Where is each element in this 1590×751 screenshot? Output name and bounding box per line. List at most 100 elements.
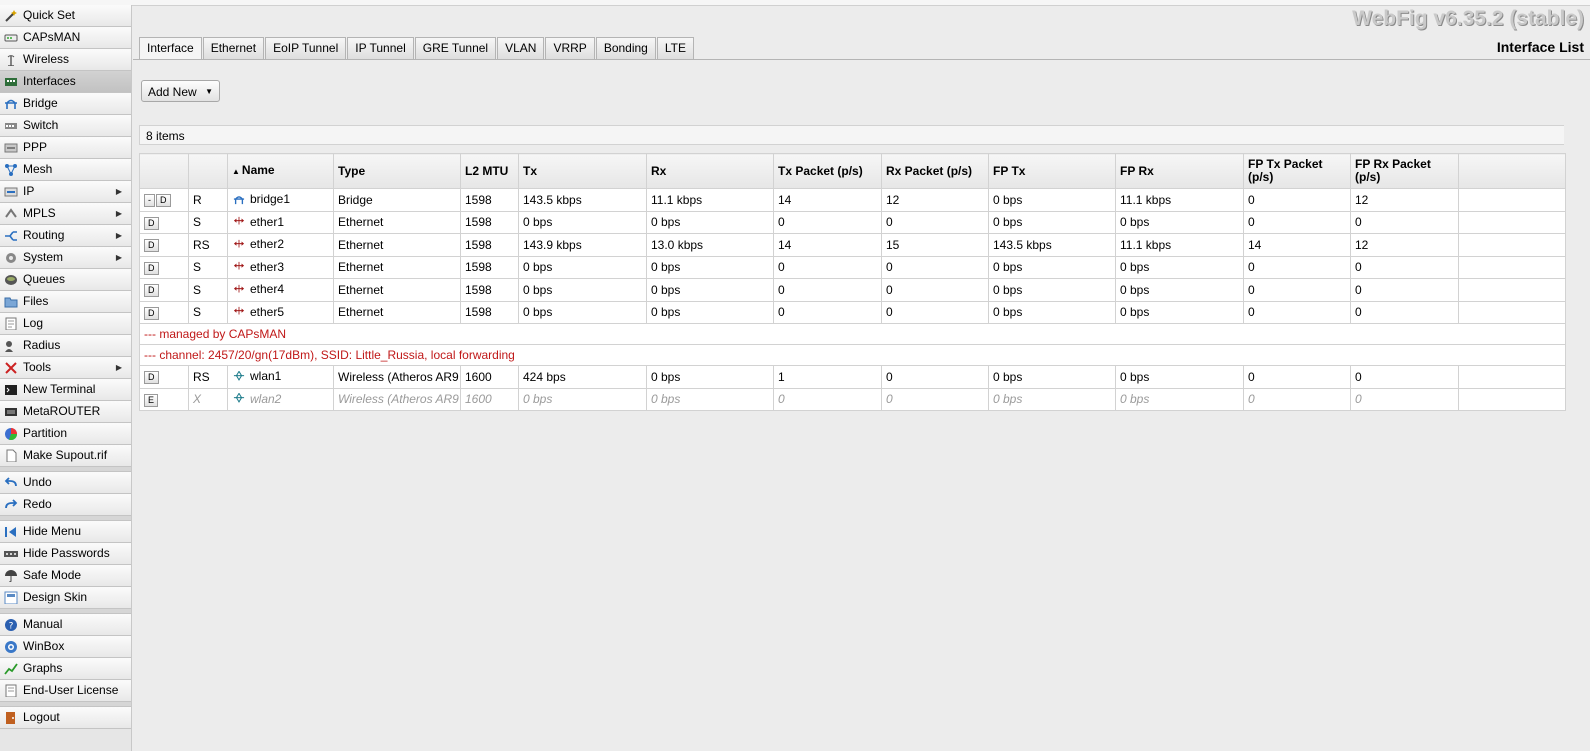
disable-button[interactable]: D xyxy=(144,216,159,230)
sidebar-item-log[interactable]: Log xyxy=(0,313,131,335)
sidebar-item-partition[interactable]: Partition xyxy=(0,423,131,445)
sidebar-item-label: New Terminal xyxy=(23,382,96,396)
sidebar-item-graphs[interactable]: Graphs xyxy=(0,658,131,680)
table-row[interactable]: - D Rbridge1 Bridge 1598 143.5 kbps 11.1 kbps 1… xyxy=(139,188,1566,212)
interface-name: ether3 xyxy=(232,257,284,277)
document-icon xyxy=(6,449,17,462)
table-row[interactable]: E Xwlan2 Wireless (Atheros AR9 1600 0 bps 0 b… xyxy=(139,387,1566,411)
row-name-cell[interactable]: ether4 xyxy=(227,278,334,302)
row-name-cell[interactable]: ether3 xyxy=(227,255,334,279)
column-header-fp-rx-packet-p-s[interactable]: FP Rx Packet (p/s) xyxy=(1350,153,1459,189)
row-name-cell[interactable]: ether5 xyxy=(227,300,334,324)
sidebar-item-bridge[interactable]: Bridge xyxy=(0,93,131,115)
tab-bonding[interactable]: Bonding xyxy=(595,37,656,59)
sidebar-item-files[interactable]: Files xyxy=(0,291,131,313)
row-flags: RS xyxy=(188,365,228,389)
cell-fp-tx-pps: 0 xyxy=(1243,365,1351,389)
sidebar-item-system[interactable]: System ▶ xyxy=(0,247,131,269)
bridge-icon xyxy=(233,195,245,204)
cell-fp-tx: 0 bps xyxy=(988,387,1116,411)
sidebar-item-manual[interactable]: ? Manual xyxy=(0,614,131,636)
sidebar-item-switch[interactable]: Switch xyxy=(0,115,131,137)
tab-interface[interactable]: Interface xyxy=(139,37,202,60)
tab-ip-tunnel[interactable]: IP Tunnel xyxy=(347,37,414,59)
column-header-rx-packet-p-s[interactable]: Rx Packet (p/s) xyxy=(881,153,989,189)
sidebar-item-routing[interactable]: Routing ▶ xyxy=(0,225,131,247)
sidebar-item-logout[interactable]: Logout xyxy=(0,707,131,729)
sidebar-item-mesh[interactable]: Mesh xyxy=(0,159,131,181)
sidebar-item-radius[interactable]: Radius xyxy=(0,335,131,357)
sidebar-item-wireless[interactable]: Wireless xyxy=(0,49,131,71)
row-name-cell[interactable]: bridge1 xyxy=(227,188,334,212)
table-row[interactable]: D Sether3 Ethernet 1598 0 bps 0 bps 0 0 0 bps 0 b… xyxy=(139,255,1566,279)
tab-ethernet[interactable]: Ethernet xyxy=(202,37,265,59)
tab-vlan[interactable]: VLAN xyxy=(497,37,545,59)
sidebar-item-capsman[interactable]: CAPsMAN xyxy=(0,27,131,49)
table-row[interactable]: D Sether1 Ethernet 1598 0 bps 0 bps 0 0 0 bps 0 b… xyxy=(139,210,1566,234)
sidebar-item-hide-passwords[interactable]: Hide Passwords xyxy=(0,543,131,565)
radius-icon xyxy=(5,341,13,352)
disable-button[interactable]: D xyxy=(144,261,159,275)
table-row[interactable]: D RS ether2 Ethernet 1598 143.9 kbps 13.0 kbps… xyxy=(139,233,1566,257)
sidebar-item-winbox[interactable]: WinBox xyxy=(0,636,131,658)
add-new-button[interactable]: Add New ▼ xyxy=(141,80,220,102)
sidebar-item-metarouter[interactable]: MetaROUTER xyxy=(0,401,131,423)
sidebar-item-label: Safe Mode xyxy=(23,568,82,582)
disable-button[interactable]: D xyxy=(144,306,159,320)
cell-type: Ethernet xyxy=(333,255,461,279)
sidebar-item-hide-menu[interactable]: Hide Menu xyxy=(0,521,131,543)
sidebar-item-label: Quick Set xyxy=(23,8,76,22)
column-header-type[interactable]: Type xyxy=(333,153,461,189)
disable-button[interactable]: D xyxy=(144,284,159,298)
cell-rx-pps: 12 xyxy=(881,188,989,212)
tab-eoip-tunnel[interactable]: EoIP Tunnel xyxy=(265,37,347,59)
disable-button[interactable]: D xyxy=(156,194,171,208)
column-header-l2-mtu[interactable]: L2 MTU xyxy=(460,153,519,189)
cell-l2mtu: 1600 xyxy=(460,387,519,411)
sidebar-item-design-skin[interactable]: Design Skin xyxy=(0,587,131,609)
sidebar-item-end-user-license[interactable]: End-User License xyxy=(0,680,131,702)
table-row[interactable]: D RS wlan1 Wireless (Atheros AR9 1600 424 bps… xyxy=(139,365,1566,389)
table-row[interactable]: D Sether4 Ethernet 1598 0 bps 0 bps 0 0 0 bps 0 b… xyxy=(139,278,1566,302)
sidebar-item-undo[interactable]: Undo xyxy=(0,472,131,494)
column-header-rx[interactable]: Rx xyxy=(646,153,774,189)
sidebar-item-mpls[interactable]: MPLS ▶ xyxy=(0,203,131,225)
tab-gre-tunnel[interactable]: GRE Tunnel xyxy=(414,37,497,59)
tab-lte[interactable]: LTE xyxy=(656,37,694,59)
cell-rx-pps: 0 xyxy=(881,278,989,302)
sidebar-item-ip[interactable]: IP ▶ xyxy=(0,181,131,203)
row-name-cell[interactable]: wlan2 xyxy=(227,387,334,411)
table-row[interactable]: D Sether5 Ethernet 1598 0 bps 0 bps 0 0 0 bps 0 b… xyxy=(139,300,1566,324)
sidebar-item-redo[interactable]: Redo xyxy=(0,494,131,516)
sidebar-item-label: Manual xyxy=(23,617,63,631)
column-header-fp-rx[interactable]: FP Rx xyxy=(1115,153,1244,189)
cell-fp-rx: 11.1 kbps xyxy=(1115,188,1244,212)
sidebar-item-tools[interactable]: Tools ▶ xyxy=(0,357,131,379)
sidebar-item-queues[interactable]: Queues xyxy=(0,269,131,291)
enable-button[interactable]: E xyxy=(144,393,159,407)
table-comment-row: --- channel: 2457/20/gn(17dBm), SSID: Li… xyxy=(139,344,1566,366)
column-header-name[interactable]: ▲ Name xyxy=(227,153,334,189)
column-header-fp-tx[interactable]: FP Tx xyxy=(988,153,1116,189)
sidebar-item-make-supout-rif[interactable]: Make Supout.rif xyxy=(0,445,131,467)
column-header-fp-tx-packet-p-s[interactable]: FP Tx Packet (p/s) xyxy=(1243,153,1351,189)
column-header-tx[interactable]: Tx xyxy=(518,153,647,189)
sidebar-item-interfaces[interactable]: Interfaces xyxy=(0,71,131,93)
cell-fp-tx: 0 bps xyxy=(988,278,1116,302)
row-name-cell[interactable]: ether1 xyxy=(227,210,334,234)
wireless-icon xyxy=(233,370,245,381)
disable-button[interactable]: D xyxy=(144,239,159,253)
top-strip xyxy=(0,0,1590,6)
sidebar-item-new-terminal[interactable]: New Terminal xyxy=(0,379,131,401)
collapse-button[interactable]: - xyxy=(144,194,155,208)
sidebar-item-safe-mode[interactable]: Safe Mode xyxy=(0,565,131,587)
row-name-cell[interactable]: wlan1 xyxy=(227,365,334,389)
sidebar-item-ppp[interactable]: PPP xyxy=(0,137,131,159)
row-name-cell[interactable]: ether2 xyxy=(227,233,334,257)
cell-l2mtu: 1598 xyxy=(460,300,519,324)
sidebar-item-quick-set[interactable]: Quick Set xyxy=(0,5,131,27)
disable-button[interactable]: D xyxy=(144,371,159,385)
cell-spacer xyxy=(1458,188,1566,212)
tab-vrrp[interactable]: VRRP xyxy=(545,37,595,59)
column-header-tx-packet-p-s[interactable]: Tx Packet (p/s) xyxy=(773,153,882,189)
